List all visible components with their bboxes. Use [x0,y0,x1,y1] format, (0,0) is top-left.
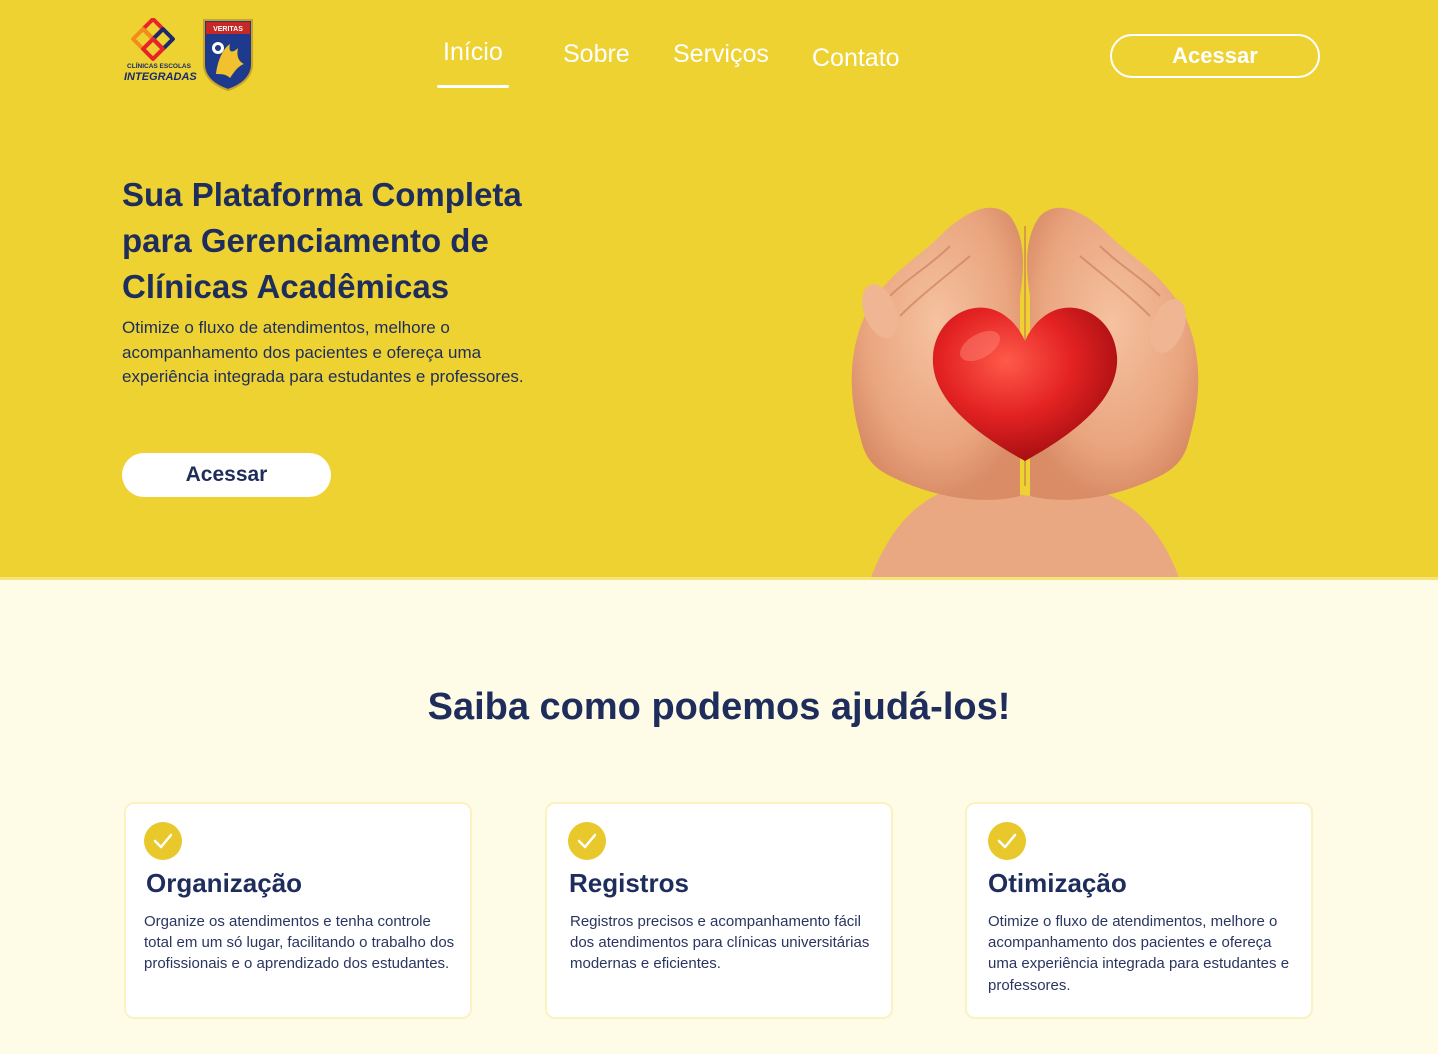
feature-card-text: Organize os atendimentos e tenha control… [144,913,455,973]
shield-text: VERITAS [213,26,243,33]
hero-access-button[interactable]: Acessar [122,453,331,497]
feature-card-title: Otimização [988,868,1127,898]
check-icon [568,822,606,860]
feature-card-registros: Registros Registros precisos e acompanha… [545,802,893,1019]
feature-card-text: Otimize o fluxo de atendimentos, melhore… [988,913,1290,994]
header-access-button[interactable]: Acessar [1110,34,1320,78]
nav-item-inicio[interactable]: Início [437,38,509,88]
nav-item-sobre[interactable]: Sobre [563,40,630,69]
feature-card-organizacao: Organização Organize os atendimentos e t… [124,802,472,1019]
clinicas-escolas-logo: CLÍNICAS ESCOLAS INTEGRADAS [124,18,197,88]
veritas-shield-logo: VERITAS [200,18,256,92]
check-icon [988,822,1026,860]
logo-group[interactable]: CLÍNICAS ESCOLAS INTEGRADAS VERITAS [124,18,256,92]
features-title: Saiba como podemos ajudá-los! [427,686,1011,728]
nav-item-contato[interactable]: Contato [812,44,900,73]
nav-item-servicos[interactable]: Serviços [673,40,769,69]
logo-line-1: CLÍNICAS ESCOLAS [127,63,191,70]
check-icon [144,822,182,860]
hero-subtitle: Otimize o fluxo de atendimentos, melhore… [122,318,524,386]
feature-card-otimizacao: Otimização Otimize o fluxo de atendiment… [965,802,1313,1019]
feature-card-text: Registros precisos e acompanhamento fáci… [570,913,870,973]
feature-card-title: Organização [146,868,303,898]
hero-section: CLÍNICAS ESCOLAS INTEGRADAS VERITAS Iníc… [0,0,1438,580]
feature-card-title: Registros [569,868,689,898]
hands-heart-image [830,196,1220,577]
hero-title: Sua Plataforma Completa para Gerenciamen… [122,176,522,305]
logo-line-2: INTEGRADAS [124,70,197,83]
